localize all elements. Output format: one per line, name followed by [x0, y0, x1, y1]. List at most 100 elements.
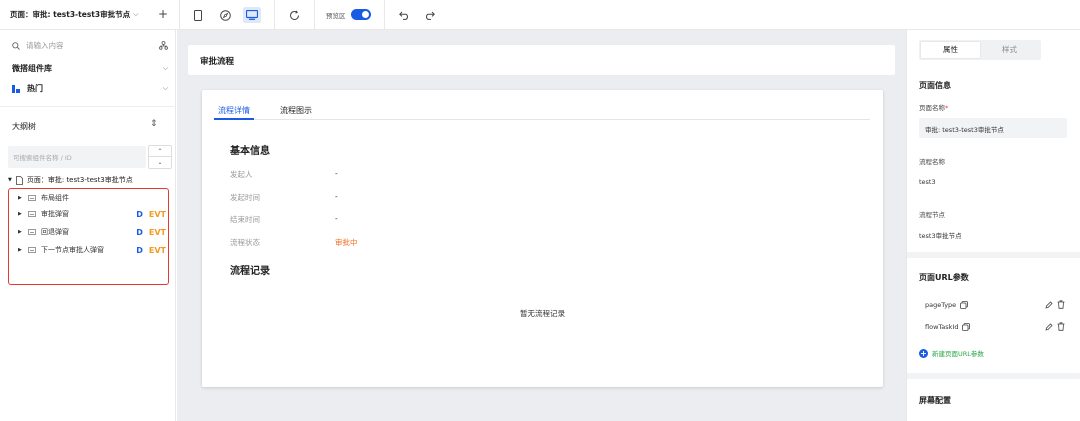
- copy-icon[interactable]: [962, 322, 971, 331]
- redo-button[interactable]: [420, 7, 438, 23]
- tab-styles[interactable]: 样式: [980, 42, 1039, 58]
- param-name: flowTaskId: [925, 322, 959, 331]
- dialog-icon: [28, 229, 36, 235]
- component-library-header[interactable]: 微搭组件库 ⌵: [12, 63, 168, 74]
- caret-right-icon: ▶: [18, 211, 22, 217]
- component-library-title: 微搭组件库: [12, 64, 52, 73]
- info-row: 发起时间 -: [230, 192, 530, 203]
- info-row: 流程状态 审批中: [230, 237, 530, 248]
- tree-node-rollback-dialog[interactable]: ▶ 回退弹窗 D EVT: [18, 227, 166, 237]
- tree-node-approval-dialog[interactable]: ▶ 审批弹窗 D EVT: [18, 209, 166, 219]
- flow-name-value: test3: [919, 178, 936, 186]
- page-info-title: 页面信息: [919, 81, 951, 90]
- toolbar-divider: [384, 0, 385, 30]
- flow-name-label: 流程名称: [919, 158, 945, 166]
- basic-info-title: 基本信息: [230, 146, 270, 157]
- info-row: 发起人 -: [230, 169, 530, 180]
- plus-circle-icon: +: [919, 348, 928, 358]
- left-panel: 请输入内容 微搭组件库 ⌵ 热门 ⌵ 大纲树 ⇕ 可搜索组件名称 / ID ⌃ …: [0, 30, 176, 421]
- component-search[interactable]: 请输入内容: [12, 40, 168, 51]
- desktop-view-button[interactable]: [243, 7, 261, 23]
- url-param-row: pageType: [925, 300, 1065, 309]
- page-selector-label: 页面：审批: test3-test3审批节点: [10, 10, 131, 19]
- tree-node-label: 下一节点审批人弹窗: [41, 246, 104, 254]
- divider: [0, 106, 176, 107]
- copy-icon[interactable]: [960, 300, 969, 309]
- param-name: pageType: [925, 300, 957, 309]
- toolbar-divider: [179, 0, 180, 30]
- refresh-icon: [289, 9, 299, 20]
- add-page-button[interactable]: +: [156, 6, 170, 22]
- tree-node-label: 回退弹窗: [41, 228, 69, 236]
- section-divider: [907, 252, 1080, 258]
- tree-search-input[interactable]: 可搜索组件名称 / ID: [8, 146, 146, 168]
- trash-icon[interactable]: [1057, 322, 1065, 331]
- info-key: 发起人: [230, 170, 253, 179]
- right-panel: 属性 样式 页面信息 页面名称* 审批: test3-test3审批节点 流程名…: [906, 30, 1080, 421]
- tab-flow-diagram[interactable]: 流程图示: [280, 105, 312, 120]
- search-input[interactable]: 请输入内容: [26, 40, 64, 51]
- tree-node-label: 审批弹窗: [41, 210, 69, 218]
- add-url-param-button[interactable]: + 新建页面URL参数: [919, 348, 984, 358]
- refresh-button[interactable]: [285, 7, 303, 23]
- chevron-up-icon[interactable]: ⌃: [149, 146, 171, 157]
- page-title-card[interactable]: 审批流程: [188, 45, 895, 75]
- url-params-title: 页面URL参数: [919, 273, 969, 282]
- edit-icon[interactable]: [1045, 300, 1053, 309]
- event-badge[interactable]: EVT: [149, 246, 166, 255]
- chevron-down-icon: ⌵: [133, 10, 139, 18]
- flow-detail-card[interactable]: 流程详情 流程图示 基本信息 发起人 - 发起时间 - 结束时间 - 流程状态 …: [202, 90, 883, 387]
- chevron-down-icon: ⌵: [162, 64, 168, 72]
- info-value: -: [335, 169, 338, 178]
- event-badge[interactable]: EVT: [149, 228, 166, 237]
- url-param-row: flowTaskId: [925, 322, 1065, 331]
- data-badge[interactable]: D: [136, 246, 143, 255]
- trash-icon[interactable]: [1057, 300, 1065, 309]
- caret-right-icon: ▶: [18, 229, 22, 235]
- expand-collapse-icon[interactable]: ⇕: [150, 119, 158, 129]
- info-key: 结束时间: [230, 215, 260, 224]
- edit-icon[interactable]: [1045, 322, 1053, 331]
- tablet-view-button[interactable]: [216, 7, 234, 23]
- caret-down-icon: ▼: [8, 177, 12, 183]
- section-divider: [907, 373, 1080, 379]
- data-badge[interactable]: D: [136, 210, 143, 219]
- add-url-param-label: 新建页面URL参数: [932, 350, 984, 358]
- hot-category[interactable]: 热门 ⌵: [12, 83, 168, 94]
- data-badge[interactable]: D: [136, 228, 143, 237]
- mobile-view-button[interactable]: [189, 7, 207, 23]
- caret-right-icon: ▶: [18, 195, 22, 201]
- required-mark: *: [945, 104, 949, 112]
- page-name-label-text: 页面名称: [919, 104, 945, 112]
- preview-toggle[interactable]: [351, 9, 371, 20]
- flow-node-value: test3审批节点: [919, 232, 962, 240]
- status-value: 审批中: [335, 238, 358, 247]
- desktop-icon: [246, 10, 258, 20]
- page-name-label: 页面名称*: [919, 102, 948, 112]
- page-name-field[interactable]: 审批: test3-test3审批节点: [919, 118, 1067, 138]
- search-icon: [12, 41, 20, 50]
- page-title: 审批流程: [200, 57, 235, 67]
- tab-properties[interactable]: 属性: [921, 42, 980, 58]
- hot-grid-icon: [12, 84, 20, 93]
- tab-flow-detail[interactable]: 流程详情: [214, 105, 254, 120]
- chevron-down-icon[interactable]: ⌄: [149, 157, 171, 168]
- tree-stepper[interactable]: ⌃ ⌄: [148, 145, 172, 169]
- screen-config-title: 屏幕配置: [919, 396, 951, 405]
- org-icon[interactable]: [159, 41, 168, 50]
- event-badge[interactable]: EVT: [149, 210, 166, 219]
- dialog-icon: [28, 211, 36, 217]
- undo-button[interactable]: [395, 7, 413, 23]
- tree-root-label: 页面：审批: test3-test3审批节点: [26, 176, 133, 184]
- info-value: -: [335, 192, 338, 201]
- info-key: 发起时间: [230, 193, 260, 202]
- tree-root-node[interactable]: ▼ 页面：审批: test3-test3审批节点: [8, 175, 133, 185]
- empty-state-text: 暂无流程记录: [520, 309, 565, 318]
- tree-node-next-approver-dialog[interactable]: ▶ 下一节点审批人弹窗 D EVT: [18, 245, 166, 255]
- toolbar-divider: [274, 0, 275, 30]
- page-selector[interactable]: 页面：审批: test3-test3审批节点 ⌵: [10, 9, 138, 20]
- mobile-icon: [194, 9, 202, 21]
- top-toolbar: 页面：审批: test3-test3审批节点 ⌵ + 预览区: [0, 0, 1080, 30]
- undo-icon: [398, 11, 408, 20]
- tree-node-layout[interactable]: ▶ 布局组件: [18, 193, 166, 203]
